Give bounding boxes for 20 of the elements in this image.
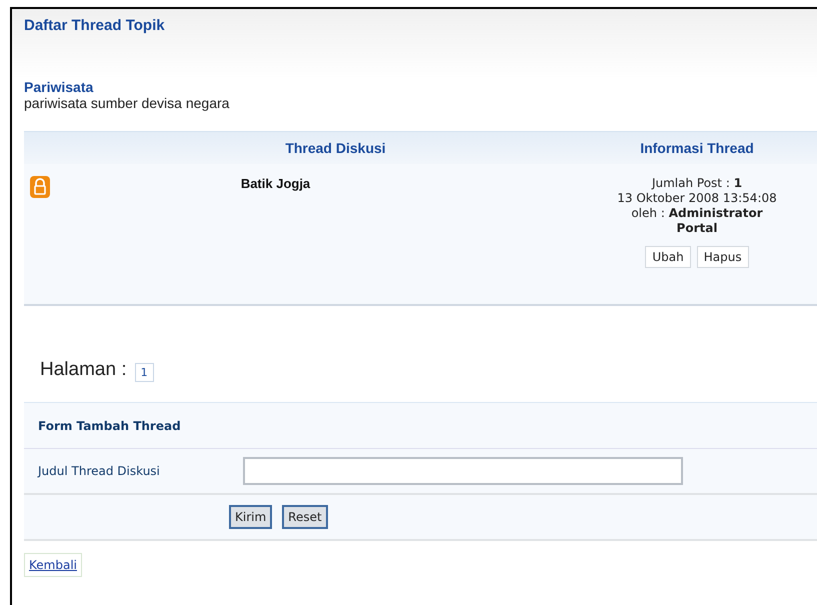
pagination-label: Halaman : — [40, 359, 127, 381]
thread-title[interactable]: Batik Jogja — [100, 176, 571, 191]
page-title: Daftar Thread Topik — [24, 17, 166, 34]
form-button[interactable]: Reset — [282, 505, 328, 529]
topic-name: Pariwisata — [24, 79, 94, 95]
post-author: oleh : Administrator Portal — [630, 206, 764, 236]
post-date: 13 Oktober 2008 13:54:08 — [617, 191, 777, 206]
page-button[interactable]: 1 — [134, 362, 154, 382]
action-button[interactable]: Ubah — [645, 246, 691, 268]
post-count: Jumlah Post : 1 — [652, 176, 742, 191]
table-header-cell — [24, 131, 94, 164]
topic-description: pariwisata sumber devisa negara — [24, 95, 230, 111]
action-button[interactable]: Hapus — [696, 246, 749, 268]
input-field[interactable] — [243, 457, 683, 485]
form-title: Form Tambah Thread — [24, 402, 817, 449]
form-button[interactable]: Kirim — [229, 505, 272, 529]
column-header: Informasi Thread — [577, 131, 817, 164]
back-link[interactable]: Kembali — [24, 553, 82, 577]
column-header: Thread Diskusi — [94, 131, 577, 164]
field-label: Judul Thread Diskusi — [36, 464, 161, 478]
